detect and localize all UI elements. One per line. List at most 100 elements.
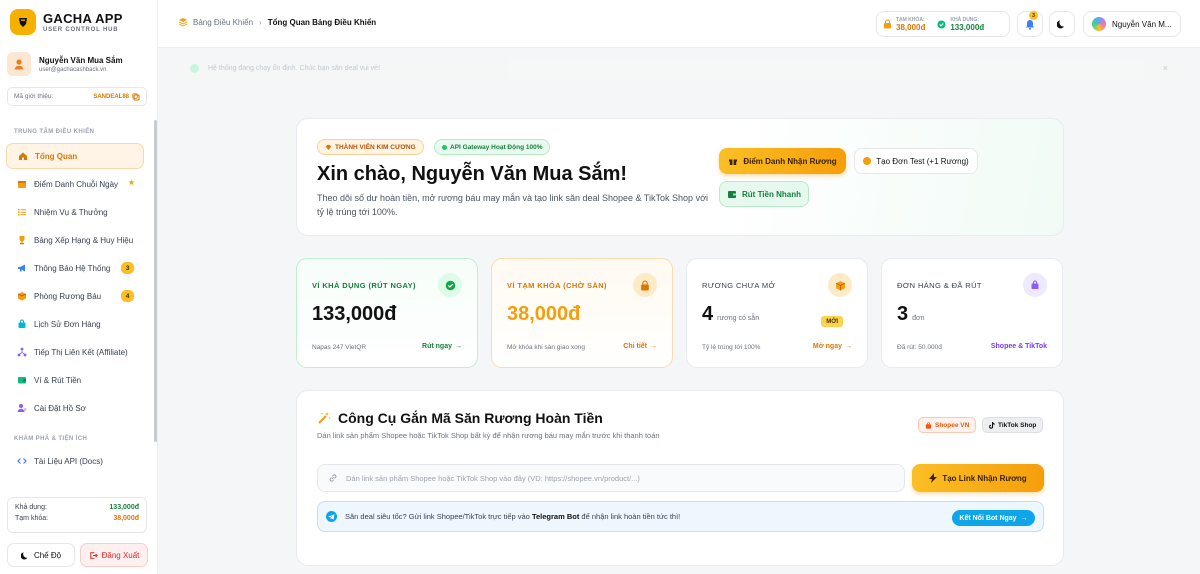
sidebar-item-order-history[interactable]: Lịch Sử Đơn Hàng: [6, 311, 144, 337]
telegram-text-pre: Săn deal siêu tốc? Gửi link Shopee/TikTo…: [345, 512, 530, 521]
breadcrumb-root[interactable]: Bảng Điều Khiển: [193, 18, 253, 27]
diamond-icon: [325, 144, 332, 150]
sidebar-item-label: Phòng Rương Báu: [34, 291, 102, 301]
vip-member-tag: THÀNH VIÊN KIM CƯƠNG: [317, 139, 424, 155]
notification-button[interactable]: 3: [1017, 11, 1043, 37]
notice-text: Hệ thống đang chạy ổn định. Chúc bạn săn…: [208, 65, 381, 72]
sidebar-item-label: Tổng Quan: [35, 151, 78, 161]
arrow-right-icon: →: [650, 343, 657, 350]
gift-icon: [729, 159, 738, 165]
megaphone-icon: [16, 263, 28, 273]
stat-link-label: Shopee & TikTok: [990, 343, 1047, 350]
code-icon: [16, 456, 28, 466]
breadcrumb: Bảng Điều Khiển › Tổng Quan Bảng Điều Kh…: [178, 17, 376, 27]
quick-withdraw-button[interactable]: Rút Tiền Nhanh: [719, 181, 809, 207]
lock-icon: [884, 19, 891, 29]
link-icon: [329, 474, 337, 482]
referral-code[interactable]: SANDEAL88: [93, 92, 140, 101]
sidebar-scrollbar[interactable]: [154, 120, 157, 442]
tiktok-chip[interactable]: TikTok Shop: [982, 417, 1044, 433]
sidebar-item-profile-settings[interactable]: Cài Đặt Hồ Sơ: [6, 395, 144, 421]
telegram-icon: [326, 511, 337, 522]
logout-button[interactable]: Đăng Xuất: [80, 543, 148, 567]
header-avatar: [1092, 17, 1106, 31]
stat-card-unopened-chests: RƯƠNG CHƯA MỞ 4 rương có sẵn MỚI Tỷ lệ t…: [686, 258, 868, 368]
system-notice: Hệ thống đang chạy ổn định. Chúc bạn săn…: [178, 59, 1180, 79]
tiktok-icon: [989, 421, 995, 429]
magic-wand-icon: [318, 412, 331, 424]
withdraw-now-link[interactable]: Rút ngay →: [422, 343, 462, 350]
open-chest-link[interactable]: Mở ngay →: [813, 343, 852, 350]
stat-value-text: 133,000đ: [312, 303, 397, 325]
moon-icon: [1057, 20, 1064, 29]
gacha-logo-icon: [10, 9, 36, 35]
top-header: Bảng Điều Khiển › Tổng Quan Bảng Điều Kh…: [158, 0, 1200, 48]
tool-subtitle: Dán link sản phẩm Shopee hoặc TikTok Sho…: [317, 431, 660, 440]
checkin-chest-button[interactable]: Điểm Danh Nhận Rương: [719, 148, 846, 174]
check-icon: [438, 273, 462, 297]
close-icon[interactable]: ×: [1163, 63, 1168, 73]
header-locked-wallet: TẠM KHÓA: 38,000đ: [877, 17, 931, 32]
arrow-right-icon: →: [455, 343, 462, 350]
sidebar-item-notifications[interactable]: Thông Báo Hệ Thống 3: [6, 255, 144, 281]
bag-icon: [1023, 273, 1047, 297]
referral-box[interactable]: Mã giới thiệu: SANDEAL88: [7, 87, 147, 106]
balance-available-row: Khả dụng: 133,000đ: [15, 504, 139, 511]
api-status-tag: API Gateway Hoạt Động 100%: [434, 139, 551, 155]
product-link-field[interactable]: [317, 464, 905, 492]
welcome-banner: THÀNH VIÊN KIM CƯƠNG API Gateway Hoạt Độ…: [296, 118, 1064, 236]
create-test-order-button[interactable]: Tạo Đơn Test (+1 Rương): [854, 148, 978, 174]
product-link-input[interactable]: [346, 473, 886, 483]
header-user-name: Nguyễn Văn M...: [1112, 19, 1172, 29]
brand[interactable]: GACHA APP USER CONTROL HUB: [10, 9, 123, 35]
copy-icon[interactable]: [132, 92, 140, 101]
welcome-description: Theo dõi số dư hoàn tiền, mở rương báu m…: [317, 193, 708, 217]
theme-toggle-button[interactable]: [1049, 11, 1075, 37]
bell-icon: [1026, 19, 1034, 30]
telegram-text-post: để nhận link hoàn tiền tức thì!: [581, 512, 681, 521]
breadcrumb-separator-icon: ›: [259, 17, 262, 27]
header-user-menu[interactable]: Nguyễn Văn M...: [1083, 11, 1181, 37]
balance-locked-label: Tạm khóa:: [15, 515, 49, 522]
info-icon: [190, 64, 199, 73]
box-icon: [16, 291, 28, 301]
home-icon: [17, 151, 29, 161]
sidebar-item-affiliate[interactable]: Tiếp Thị Liên Kết (Affiliate): [6, 339, 144, 365]
user-name: Nguyễn Văn Mua Sắm: [39, 55, 123, 65]
locked-details-link[interactable]: Chi tiết →: [623, 343, 657, 350]
notification-count-badge: 3: [121, 262, 134, 274]
stat-value-text: 3: [897, 303, 909, 325]
theme-mode-button[interactable]: Chế Độ: [7, 543, 75, 567]
check-circle-icon: [937, 19, 946, 29]
stat-link-label: Mở ngay: [812, 343, 842, 350]
connect-bot-button[interactable]: Kết Nối Bot Ngay →: [952, 510, 1035, 526]
brand-name: GACHA APP: [43, 11, 123, 26]
header-wallet-summary[interactable]: TẠM KHÓA: 38,000đ KHẢ DỤNG: 133,000đ: [876, 11, 1010, 37]
logout-label: Đăng Xuất: [101, 550, 140, 560]
sidebar-balance: Khả dụng: 133,000đ Tạm khóa: 38,000đ: [7, 497, 147, 533]
brand-subtitle: USER CONTROL HUB: [43, 27, 119, 33]
sidebar-item-api-docs[interactable]: Tài Liệu API (Docs): [6, 448, 144, 474]
sidebar-item-label: Lịch Sử Đơn Hàng: [34, 319, 101, 329]
box-icon: [828, 273, 852, 297]
notification-badge: 3: [1029, 11, 1038, 20]
sidebar-item-label: Tiếp Thị Liên Kết (Affiliate): [34, 347, 128, 357]
generate-link-button[interactable]: Tạo Link Nhận Rương: [912, 464, 1044, 492]
user-profile[interactable]: Nguyễn Văn Mua Sắm user@gachacashback.vn: [7, 52, 149, 76]
bag-icon: [16, 319, 28, 329]
stat-link-label: Rút ngay: [422, 343, 452, 350]
sidebar-item-overview[interactable]: Tổng Quan: [6, 143, 144, 169]
list-icon: [16, 207, 28, 217]
sidebar-item-treasure-room[interactable]: Phòng Rương Báu 4: [6, 283, 144, 309]
sidebar-item-checkin[interactable]: Điểm Danh Chuỗi Ngày ★: [6, 171, 144, 197]
shopee-chip[interactable]: Shopee VN: [918, 417, 977, 433]
sidebar-item-wallet[interactable]: Ví & Rút Tiền: [6, 367, 144, 393]
stat-card-available-wallet: VÍ KHẢ DỤNG (RÚT NGAY) 133,000đ Napas 24…: [296, 258, 478, 368]
breadcrumb-current: Tổng Quan Bảng Điều Khiển: [267, 17, 377, 27]
sidebar-item-leaderboard[interactable]: Bảng Xếp Hạng & Huy Hiệu: [6, 227, 144, 253]
tiktok-chip-label: TikTok Shop: [998, 421, 1037, 429]
wallet-icon: [16, 375, 28, 385]
sidebar-item-label: Ví & Rút Tiền: [34, 375, 82, 385]
sidebar-item-missions[interactable]: Nhiệm Vụ & Thưởng: [6, 199, 144, 225]
shopee-tiktok-link[interactable]: Shopee & TikTok: [991, 343, 1047, 350]
